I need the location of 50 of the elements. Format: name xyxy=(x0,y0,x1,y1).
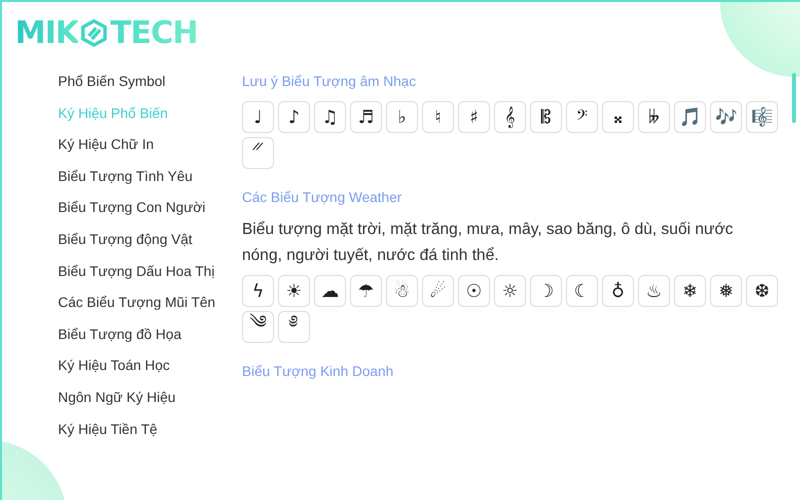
symbol-button[interactable]: ♬ xyxy=(350,101,382,133)
hexagon-logo-icon xyxy=(79,18,110,48)
section-heading: Lưu ý Biểu Tượng âm Nhạc xyxy=(242,73,416,89)
symbol-button[interactable]: ☼ xyxy=(494,275,526,307)
symbol-button[interactable]: 🎶 xyxy=(710,101,742,133)
symbol-button[interactable]: 🎼 xyxy=(746,101,778,133)
sidebar-link[interactable]: Biểu Tượng đồ Họa xyxy=(58,326,182,358)
symbol-button[interactable]: ༄ xyxy=(242,311,274,343)
symbol-button[interactable]: ☄ xyxy=(422,275,454,307)
sidebar-link[interactable]: Ngôn Ngữ Ký Hiệu xyxy=(58,388,176,421)
symbol-button[interactable]: ♁ xyxy=(602,275,634,307)
symbol-button[interactable]: ♭ xyxy=(386,101,418,133)
symbol-button[interactable]: ϟ xyxy=(242,275,274,307)
symbol-button[interactable]: ♩ xyxy=(242,101,274,133)
symbol-button[interactable]: ☃ xyxy=(386,275,418,307)
symbol-button[interactable]: ❅ xyxy=(710,275,742,307)
symbol-button[interactable]: ❄ xyxy=(674,275,706,307)
symbol-button[interactable]: ❆ xyxy=(746,275,778,307)
symbol-button[interactable]: ♯ xyxy=(458,101,490,133)
symbol-button[interactable]: ☉ xyxy=(458,275,490,307)
symbol-button[interactable]: 𝄪 xyxy=(602,101,634,133)
symbol-button[interactable]: 🎵 xyxy=(674,101,706,133)
section-heading: Các Biểu Tượng Weather xyxy=(242,189,402,205)
symbol-button[interactable]: ☂ xyxy=(350,275,382,307)
symbol-button[interactable]: 𝄫 xyxy=(638,101,670,133)
symbol-button[interactable]: ♮ xyxy=(422,101,454,133)
sidebar-link[interactable]: Ký Hiệu Chữ In xyxy=(58,136,154,168)
symbol-button[interactable]: ☽ xyxy=(530,275,562,307)
sidebar-link[interactable]: Các Biểu Tượng Mũi Tên xyxy=(58,294,216,326)
symbol-button[interactable]: ☁ xyxy=(314,275,346,307)
symbol-button[interactable]: 𝄡 xyxy=(530,101,562,133)
section-heading: Biểu Tượng Kinh Doanh xyxy=(242,363,394,379)
scrollbar-thumb[interactable] xyxy=(792,73,796,123)
sidebar-link[interactable]: Biểu Tượng Tình Yêu xyxy=(58,168,193,200)
symbol-button[interactable]: ♫ xyxy=(314,101,346,133)
symbol-button[interactable]: ☀ xyxy=(278,275,310,307)
sidebar-link[interactable]: Biểu Tượng động Vật xyxy=(58,230,192,263)
symbol-button[interactable]: 𝄢 xyxy=(566,101,598,133)
symbol-button[interactable]: 𝄓 xyxy=(242,137,274,169)
symbol-button[interactable]: ♪ xyxy=(278,101,310,133)
sidebar-link[interactable]: Ký Hiệu Toán Học xyxy=(58,357,170,389)
sidebar-link[interactable]: Ký Hiệu Tiền Tệ xyxy=(58,420,158,452)
symbol-button[interactable]: ༅ xyxy=(278,311,310,343)
symbol-button[interactable]: 𝄞 xyxy=(494,101,526,133)
sidebar-link[interactable]: Biểu Tượng Dấu Hoa Thị xyxy=(58,262,215,294)
sidebar-link[interactable]: Biểu Tượng Con Người xyxy=(58,199,206,231)
symbol-button[interactable]: ♨ xyxy=(638,275,670,307)
symbol-button[interactable]: ☾ xyxy=(566,275,598,307)
sidebar-link[interactable]: Phổ Biến Symbol xyxy=(58,73,166,105)
section-description: Biểu tượng mặt trời, mặt trăng, mưa, mây, sao băng, ô dù, suối nước nóng, người tuyết, nước đá tinh thể. xyxy=(242,220,734,266)
